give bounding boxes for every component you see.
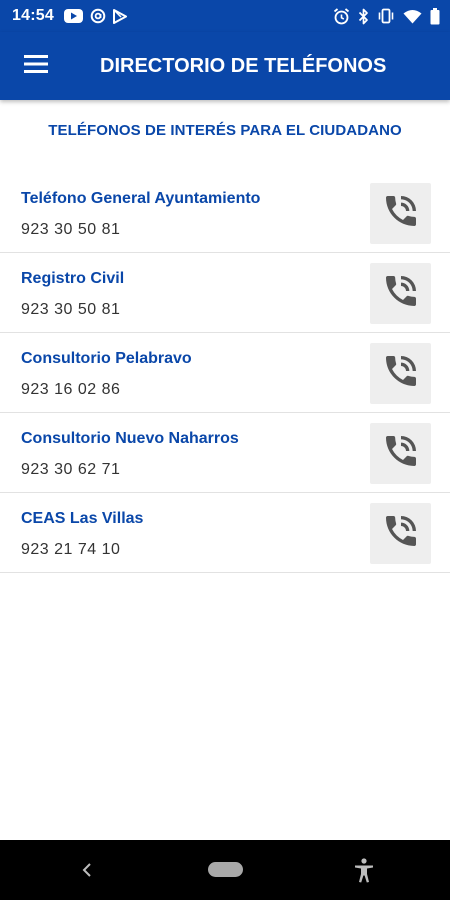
phone-ringing-icon (381, 431, 421, 476)
system-navigation-bar (0, 840, 450, 900)
contact-number: 923 30 50 81 (21, 301, 121, 318)
hamburger-menu-icon (24, 54, 48, 78)
contact-name: Teléfono General Ayuntamiento (21, 190, 261, 207)
at-icon (90, 8, 106, 24)
contact-name: CEAS Las Villas (21, 510, 144, 527)
contact-name: Consultorio Nuevo Naharros (21, 430, 239, 447)
vibrate-icon (377, 8, 395, 24)
phone-ringing-icon (381, 271, 421, 316)
call-button[interactable] (370, 503, 431, 564)
status-time: 14:54 (12, 7, 54, 24)
contact-list: Teléfono General Ayuntamiento 923 30 50 … (0, 173, 450, 573)
call-button[interactable] (370, 183, 431, 244)
wifi-icon (403, 9, 422, 24)
bluetooth-icon (358, 8, 369, 25)
play-store-icon (112, 8, 127, 24)
call-button[interactable] (370, 263, 431, 324)
accessibility-icon (352, 858, 376, 888)
section-heading: TELÉFONOS DE INTERÉS PARA EL CIUDADANO (48, 122, 402, 139)
status-bar: 14:54 (0, 0, 450, 32)
contact-number: 923 21 74 10 (21, 541, 121, 558)
youtube-icon (63, 9, 83, 23)
phone-ringing-icon (381, 351, 421, 396)
list-item: Registro Civil 923 30 50 81 (0, 253, 450, 333)
contact-number: 923 30 50 81 (21, 221, 121, 238)
contact-name: Registro Civil (21, 270, 125, 287)
menu-button[interactable] (14, 44, 58, 88)
battery-icon (430, 7, 440, 25)
list-item: Teléfono General Ayuntamiento 923 30 50 … (0, 173, 450, 253)
accessibility-button[interactable] (352, 856, 376, 884)
contact-number: 923 30 62 71 (21, 461, 121, 478)
home-pill[interactable] (208, 862, 243, 877)
list-item: Consultorio Pelabravo 923 16 02 86 (0, 333, 450, 413)
call-button[interactable] (370, 423, 431, 484)
phone-ringing-icon (381, 191, 421, 236)
call-button[interactable] (370, 343, 431, 404)
page-title: DIRECTORIO DE TELÉFONOS (100, 55, 387, 77)
phone-ringing-icon (381, 511, 421, 556)
list-item: CEAS Las Villas 923 21 74 10 (0, 493, 450, 573)
list-item: Consultorio Nuevo Naharros 923 30 62 71 (0, 413, 450, 493)
back-icon (78, 863, 98, 886)
alarm-icon (333, 7, 350, 25)
app-bar: DIRECTORIO DE TELÉFONOS (0, 32, 450, 100)
back-button[interactable] (78, 858, 98, 882)
status-notification-icons (63, 8, 127, 24)
status-system-icons (333, 7, 440, 25)
contact-name: Consultorio Pelabravo (21, 350, 192, 367)
contact-number: 923 16 02 86 (21, 381, 121, 398)
